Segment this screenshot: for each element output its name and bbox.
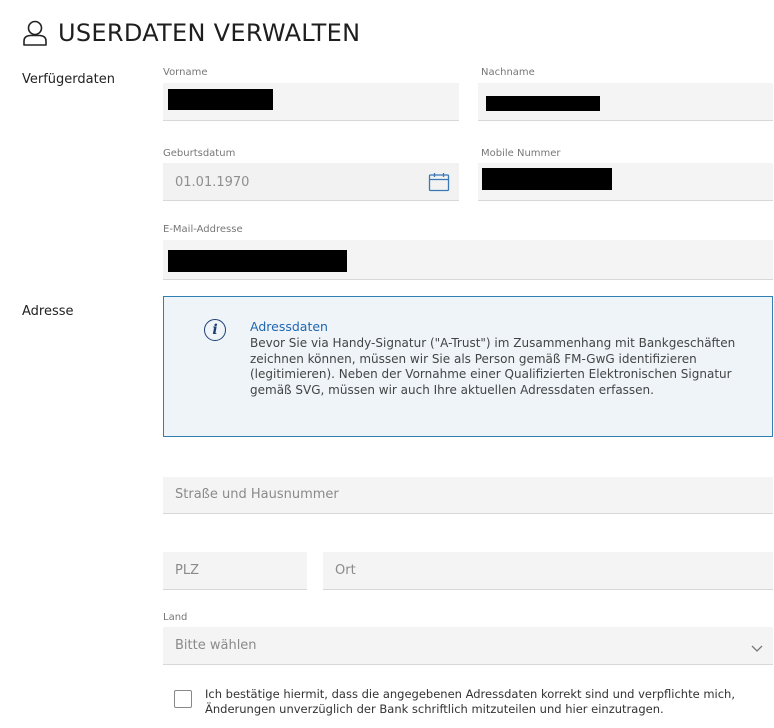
section-label-verfuegerdaten: Verfügerdaten (22, 72, 115, 87)
confirm-checkbox[interactable] (174, 690, 192, 708)
info-box-adressdaten: i Adressdaten Bevor Sie via Handy-Signat… (163, 296, 773, 437)
mobile-label: Mobile Nummer (481, 148, 561, 159)
info-title: Adressdaten (250, 319, 328, 334)
redacted-value (168, 89, 273, 110)
chevron-down-icon[interactable] (751, 639, 763, 658)
nachname-label: Nachname (481, 67, 535, 78)
redacted-value (482, 168, 612, 190)
nachname-input[interactable] (478, 83, 773, 121)
land-select[interactable]: Bitte wählen (163, 627, 773, 665)
redacted-value (168, 250, 347, 272)
user-icon (22, 19, 48, 47)
section-label-adresse: Adresse (22, 304, 74, 319)
geburtsdatum-value: 01.01.1970 (175, 175, 250, 190)
geburtsdatum-label: Geburtsdatum (163, 148, 236, 159)
page-title: USERDATEN VERWALTEN (58, 19, 361, 47)
ort-placeholder: Ort (335, 563, 356, 578)
redacted-value (486, 96, 600, 111)
land-label: Land (163, 612, 188, 623)
email-input[interactable] (163, 240, 773, 280)
confirm-text: Ich bestätige hiermit, dass die angegebe… (205, 687, 735, 716)
land-value: Bitte wählen (175, 638, 257, 653)
page-title-row: USERDATEN VERWALTEN (22, 16, 360, 50)
plz-input[interactable]: PLZ (163, 552, 307, 590)
vorname-label: Vorname (163, 67, 208, 78)
ort-input[interactable]: Ort (323, 552, 773, 590)
calendar-icon[interactable] (428, 172, 450, 196)
vorname-input[interactable] (163, 83, 459, 121)
info-icon: i (204, 319, 226, 341)
info-text: Bevor Sie via Handy-Signatur ("A-Trust")… (250, 336, 736, 397)
strasse-input[interactable]: Straße und Hausnummer (163, 477, 773, 514)
mobile-input[interactable] (478, 163, 773, 201)
plz-placeholder: PLZ (175, 563, 199, 578)
strasse-placeholder: Straße und Hausnummer (175, 487, 339, 502)
email-label: E-Mail-Addresse (163, 224, 243, 235)
geburtsdatum-input[interactable]: 01.01.1970 (163, 163, 459, 201)
